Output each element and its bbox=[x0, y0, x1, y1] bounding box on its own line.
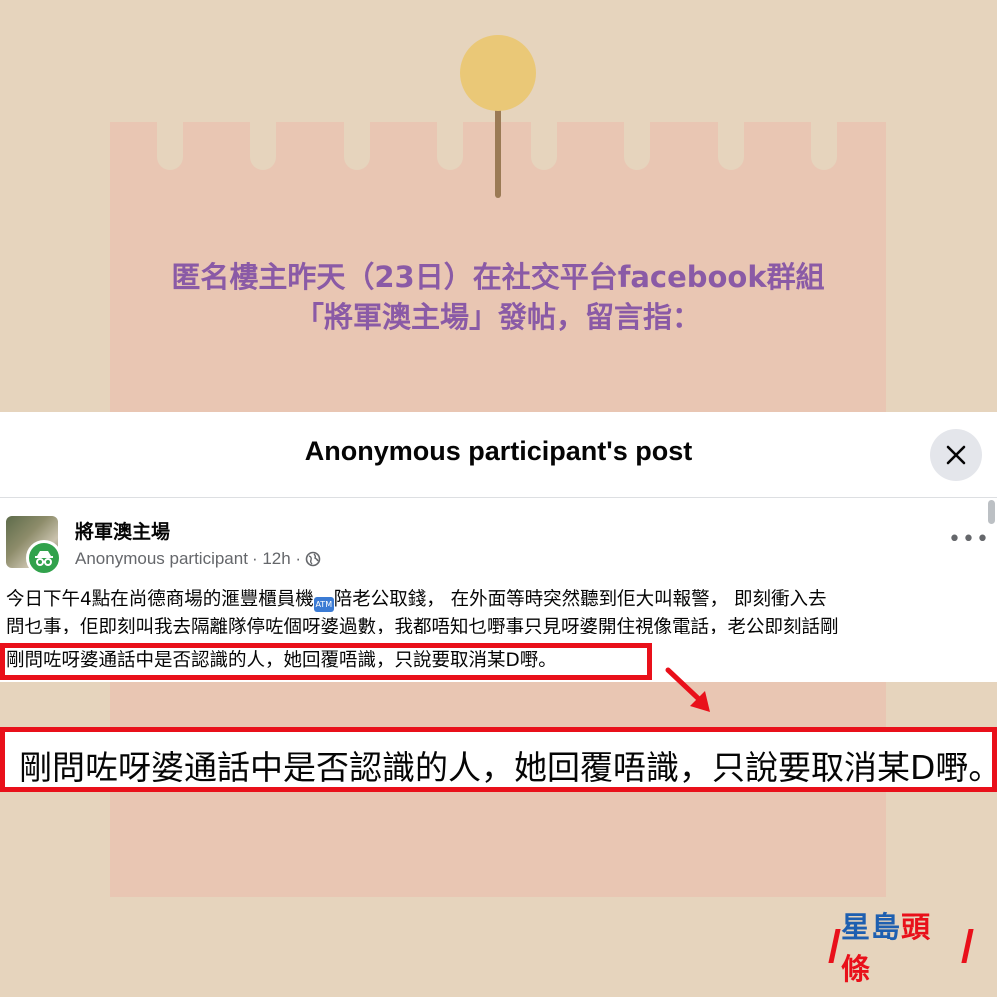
post-text: 今日下午4點在尚德商場的滙豐櫃員機 bbox=[6, 589, 314, 610]
highlight-box bbox=[0, 643, 652, 680]
post-body-line: 今日下午4點在尚德商場的滙豐櫃員機 ATM陪老公取錢， 在外面等時突然聽到佢大叫報… bbox=[6, 586, 991, 614]
post-text: 陪老公取錢， 在外面等時突然聽到佢大叫報警， 即刻衝入去 bbox=[333, 589, 827, 610]
globe-icon bbox=[305, 551, 321, 567]
logo-text-part1: 星島 bbox=[841, 910, 902, 944]
zoomed-quote: 剛問咗呀婆通話中是否認識的人，她回覆唔識，只說要取消某D嘢。 bbox=[0, 727, 997, 792]
scrollbar-thumb[interactable] bbox=[988, 500, 995, 524]
headline: 匿名樓主昨天（23日）在社交平台facebook群組 「將軍澳主場」發帖，留言指… bbox=[110, 257, 886, 337]
paper-notch bbox=[344, 122, 370, 170]
pointer-arrow-icon bbox=[665, 667, 710, 712]
paper-notch bbox=[250, 122, 276, 170]
author-name[interactable]: Anonymous participant bbox=[75, 549, 248, 569]
headline-line1: 匿名樓主昨天（23日）在社交平台facebook群組 bbox=[171, 260, 825, 294]
anonymous-icon bbox=[35, 551, 53, 566]
post-meta: Anonymous participant · 12h · bbox=[75, 549, 321, 569]
dialog-header: Anonymous participant's post bbox=[0, 412, 997, 498]
paper-notch bbox=[624, 122, 650, 170]
group-name-link[interactable]: 將軍澳主場 bbox=[75, 517, 170, 544]
post-text: 問乜事，佢即刻叫我去隔離隊停咗個呀婆過數，我都唔知乜嘢事只見呀婆開住視像電話，老… bbox=[6, 617, 839, 634]
pin-head bbox=[460, 35, 536, 111]
logo-text: 星島頭條 bbox=[837, 904, 965, 988]
close-icon bbox=[946, 445, 966, 465]
dialog-title: Anonymous participant's post bbox=[304, 436, 693, 466]
paper-notch bbox=[718, 122, 744, 170]
post-body: 今日下午4點在尚德商場的滙豐櫃員機 ATM陪老公取錢， 在外面等時突然聽到佢大叫報… bbox=[6, 586, 991, 634]
paper-notch bbox=[437, 122, 463, 170]
more-options-button[interactable]: ••• bbox=[948, 529, 990, 551]
headline-line2: 「將軍澳主場」發帖，留言指： bbox=[294, 300, 701, 334]
pin-stick bbox=[495, 108, 501, 198]
sing-tao-headline-logo: 星島頭條 bbox=[828, 910, 974, 986]
post-time[interactable]: · 12h · bbox=[252, 549, 301, 569]
anonymous-badge bbox=[26, 540, 62, 576]
paper-notch bbox=[811, 122, 837, 170]
paper-notch bbox=[531, 122, 557, 170]
post-body-line: 問乜事，佢即刻叫我去隔離隊停咗個呀婆過數，我都唔知乜嘢事只見呀婆開住視像電話，老… bbox=[6, 614, 991, 634]
paper-notch bbox=[157, 122, 183, 170]
facebook-post-dialog: Anonymous participant's post 將軍澳主場 Anony… bbox=[0, 412, 997, 682]
atm-icon: ATM bbox=[313, 597, 334, 612]
close-button[interactable] bbox=[930, 429, 982, 481]
zoomed-quote-text: 剛問咗呀婆通話中是否認識的人，她回覆唔識，只說要取消某D嘢。 bbox=[19, 748, 997, 787]
